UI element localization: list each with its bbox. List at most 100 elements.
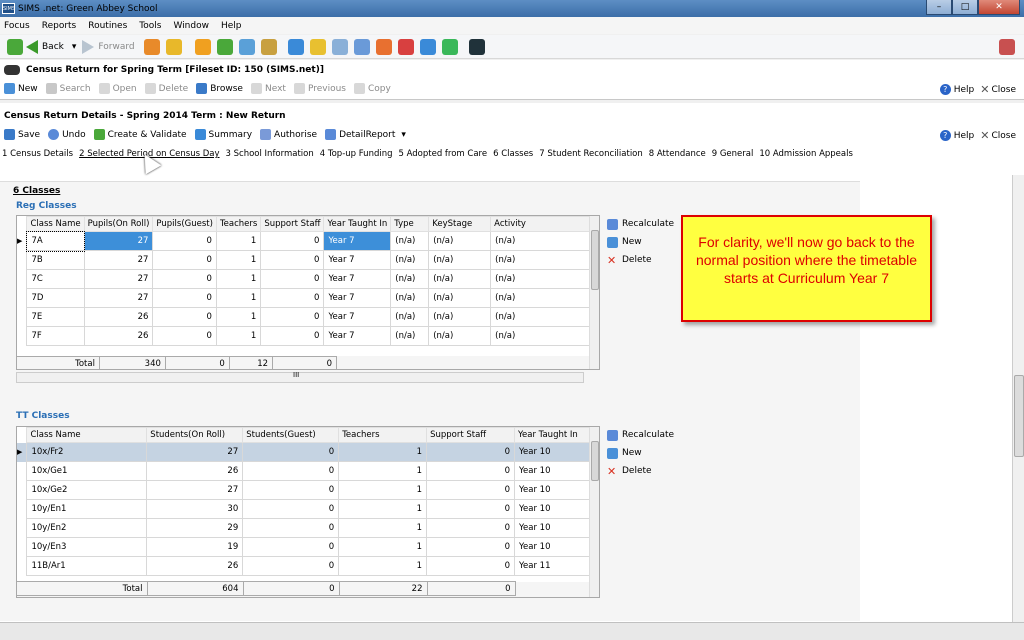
save-button[interactable]: Save	[4, 129, 40, 140]
timer-icon[interactable]	[397, 38, 414, 55]
edit-icon[interactable]	[353, 38, 370, 55]
reg-cell[interactable]: 27	[83, 231, 154, 251]
tt-cell[interactable]: 27	[146, 442, 244, 462]
create-validate-button[interactable]: Create & Validate	[93, 129, 187, 140]
tt-cell[interactable]: 1	[338, 537, 428, 557]
reg-cell[interactable]: (n/a)	[428, 307, 492, 327]
page-scrollbar[interactable]	[1012, 175, 1024, 622]
tt-cell[interactable]: 30	[146, 499, 244, 519]
tt-cell[interactable]: 0	[242, 461, 340, 481]
reg-new-button[interactable]: New	[607, 233, 674, 251]
reg-cell[interactable]: 1	[215, 250, 262, 270]
tt-vertical-scrollbar[interactable]	[589, 427, 599, 597]
menu-focus[interactable]: Focus	[4, 21, 30, 31]
reg-header-5[interactable]: Year Taught In	[323, 216, 392, 232]
reg-header-7[interactable]: KeyStage	[428, 216, 492, 232]
reg-header-2[interactable]: Pupils(Guest)	[152, 216, 217, 232]
reg-cell[interactable]: 0	[260, 231, 325, 251]
staff-icon[interactable]	[419, 38, 436, 55]
table-row[interactable]: 10y/En3 19 0 1 0 Year 10	[17, 537, 592, 557]
tab-classes[interactable]: 6 Classes	[493, 149, 533, 159]
reg-cell[interactable]: 1	[215, 307, 262, 327]
tt-delete-button[interactable]: ✕ Delete	[607, 462, 674, 480]
reg-cell[interactable]: 7A	[25, 230, 86, 252]
tab-school-information[interactable]: 3 School Information	[226, 149, 314, 159]
reg-vertical-scrollbar[interactable]	[589, 216, 599, 369]
reg-cell[interactable]: (n/a)	[490, 250, 591, 270]
chart-icon[interactable]	[309, 38, 326, 55]
table-row[interactable]: ▶ 10x/Fr2 27 0 1 0 Year 10	[17, 442, 592, 462]
reg-cell[interactable]: 0	[152, 231, 217, 251]
home-icon[interactable]	[7, 38, 23, 55]
reg-cell[interactable]: 1	[215, 326, 262, 346]
tt-cell[interactable]: Year 10	[513, 442, 592, 462]
reg-cell[interactable]: (n/a)	[490, 326, 591, 346]
tt-cell[interactable]: Year 10	[513, 461, 592, 481]
tt-cell[interactable]: 10y/En3	[26, 537, 148, 557]
notes-icon[interactable]	[238, 38, 255, 55]
table-row[interactable]: 10y/En1 30 0 1 0 Year 10	[17, 499, 592, 519]
reg-header-0[interactable]: Class Name	[26, 216, 85, 232]
tt-cell[interactable]: 0	[426, 461, 515, 481]
reg-cell[interactable]: 0	[260, 326, 325, 346]
reg-header-8[interactable]: Activity	[490, 216, 591, 232]
person-icon[interactable]	[165, 38, 182, 55]
tt-cell[interactable]: 1	[338, 461, 428, 481]
tt-cell[interactable]: Year 10	[513, 499, 592, 519]
people-icon[interactable]	[143, 38, 160, 55]
details-help-link[interactable]: ? Help	[939, 130, 974, 141]
reg-cell[interactable]: 7E	[26, 307, 85, 327]
tt-recalculate-button[interactable]: Recalculate	[607, 426, 674, 444]
table-row[interactable]: 11B/Ar1 26 0 1 0 Year 11	[17, 556, 592, 576]
reg-header-3[interactable]: Teachers	[215, 216, 262, 232]
reg-header-6[interactable]: Type	[390, 216, 430, 232]
reg-cell[interactable]: (n/a)	[390, 288, 430, 308]
authorise-button[interactable]: Authorise	[260, 129, 317, 140]
back-button[interactable]: Back ▾	[26, 39, 76, 54]
reg-cell[interactable]: 0	[152, 250, 217, 270]
delete-record-button[interactable]: Delete	[144, 83, 188, 94]
record-help-link[interactable]: ? Help	[939, 84, 974, 95]
reg-cell[interactable]: (n/a)	[428, 231, 492, 251]
menu-help[interactable]: Help	[221, 21, 242, 31]
tt-cell[interactable]: 10y/En2	[26, 518, 148, 538]
tt-new-button[interactable]: New	[607, 444, 674, 462]
reg-cell[interactable]: 0	[260, 288, 325, 308]
menu-routines[interactable]: Routines	[88, 21, 127, 31]
tt-cell[interactable]: 26	[146, 556, 244, 576]
menu-window[interactable]: Window	[173, 21, 209, 31]
tt-cell[interactable]: Year 10	[513, 480, 592, 500]
reg-cell[interactable]: (n/a)	[428, 288, 492, 308]
tt-header-1[interactable]: Students(On Roll)	[146, 427, 244, 443]
table-row[interactable]: 7E 26 0 1 0 Year 7 (n/a) (n/a) (n/a)	[17, 307, 591, 327]
reg-cell[interactable]: 7C	[26, 269, 85, 289]
reg-cell[interactable]: 27	[83, 288, 154, 308]
tt-cell[interactable]: 1	[338, 480, 428, 500]
reg-cell[interactable]: 26	[83, 326, 154, 346]
reg-cell[interactable]: Year 7	[323, 250, 392, 270]
reg-cell[interactable]: 27	[83, 250, 154, 270]
tab-admission-appeals[interactable]: 10 Admission Appeals	[759, 149, 853, 159]
tab-census-details[interactable]: 1 Census Details	[2, 149, 73, 159]
tt-cell[interactable]: 19	[146, 537, 244, 557]
reg-cell[interactable]: (n/a)	[428, 269, 492, 289]
reg-cell[interactable]: 1	[215, 288, 262, 308]
tt-cell[interactable]: 0	[426, 518, 515, 538]
reg-cell[interactable]: 0	[260, 250, 325, 270]
reg-recalculate-button[interactable]: Recalculate	[607, 215, 674, 233]
reg-cell[interactable]: Year 7	[323, 288, 392, 308]
details-close-link[interactable]: ✕ Close	[980, 129, 1016, 142]
reg-cell[interactable]: (n/a)	[490, 269, 591, 289]
exchange-icon[interactable]	[441, 38, 458, 55]
reg-cell[interactable]: 7F	[26, 326, 85, 346]
reg-cell[interactable]: Year 7	[323, 307, 392, 327]
tt-cell[interactable]: 0	[242, 556, 340, 576]
book-icon[interactable]	[194, 38, 211, 55]
tt-cell[interactable]: Year 10	[513, 537, 592, 557]
documents-icon[interactable]	[331, 38, 348, 55]
reg-cell[interactable]: 0	[152, 307, 217, 327]
tt-cell[interactable]: 1	[338, 442, 428, 462]
reg-cell[interactable]: 0	[152, 288, 217, 308]
table-row[interactable]: 10x/Ge1 26 0 1 0 Year 10	[17, 461, 592, 481]
table-row[interactable]: 7D 27 0 1 0 Year 7 (n/a) (n/a) (n/a)	[17, 288, 591, 308]
